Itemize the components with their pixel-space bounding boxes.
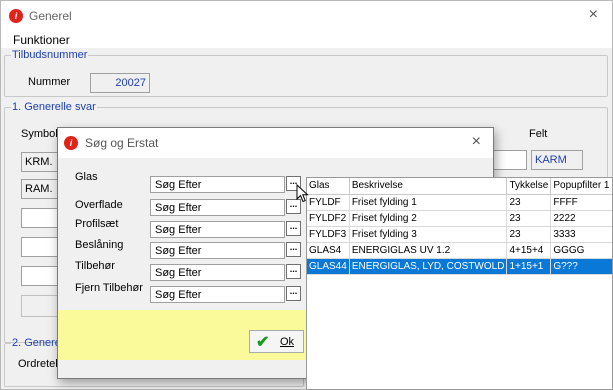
table-row[interactable]: FYLDF2 Friset fylding 2 23 2222 [307, 210, 612, 227]
table-cell: Friset fylding 3 [349, 226, 508, 243]
table-cell: ENERGIGLAS UV 1.2 [349, 242, 508, 259]
symbol-field-2[interactable]: RAM. [21, 179, 59, 199]
app-logo-icon: i [9, 9, 23, 23]
table-row[interactable]: FYLDF3 Friset fylding 3 23 3333 [307, 226, 612, 243]
table-cell: 3333 [550, 226, 612, 243]
profilsaet-dots-button[interactable]: ... [286, 221, 301, 236]
beslaaning-label: Beslåning [75, 239, 124, 251]
table-cell: 4+15+4 [506, 242, 552, 259]
table-cell: Friset fylding 1 [349, 194, 508, 211]
felt-column-header: Felt [529, 128, 548, 140]
table-cell: Friset fylding 2 [349, 210, 508, 227]
value-field-1[interactable] [489, 150, 527, 170]
menu-funktioner[interactable]: Funktioner [13, 33, 70, 47]
overflade-label: Overflade [75, 199, 123, 211]
grid-header-beskrivelse[interactable]: Beskrivelse [349, 178, 508, 195]
titlebar: i Generel × [1, 1, 612, 31]
symbol-field-3[interactable] [21, 208, 59, 228]
dialog-logo-icon: i [64, 136, 78, 150]
ok-button[interactable]: ✔ Ok [249, 330, 304, 353]
table-cell: ENERGIGLAS, LYD, COSTWOLD [349, 258, 508, 275]
grid-header-glas[interactable]: Glas [307, 178, 350, 195]
grid-header-row: Glas Beskrivelse Tykkelse Popupfilter 1 … [307, 178, 612, 195]
ok-button-label: Ok [280, 336, 295, 348]
nummer-label: Nummer [28, 76, 71, 88]
table-cell: FFFF [550, 194, 612, 211]
nummer-field[interactable]: 20027 [90, 73, 150, 93]
beslaaning-dots-button[interactable]: ... [286, 242, 301, 257]
table-cell: 23 [506, 210, 552, 227]
fjern-tilbehoer-search-field[interactable]: Søg Efter [150, 286, 285, 303]
glas-label: Glas [75, 171, 98, 183]
table-row-selected[interactable]: GLAS44 ENERGIGLAS, LYD, COSTWOLD 1+15+1 … [307, 258, 612, 275]
window-title: Generel [29, 9, 72, 23]
tilbudsnummer-legend: Tilbudsnummer [12, 49, 88, 61]
symbol-column-header: Symbol [21, 128, 58, 140]
table-cell: 23 [506, 226, 552, 243]
dialog-close-icon[interactable]: × [472, 133, 481, 151]
fjern-tilbehoer-dots-button[interactable]: ... [286, 286, 301, 301]
generelle-svar-legend: 1. Generelle svar [12, 101, 96, 113]
symbol-field-4[interactable] [21, 237, 59, 257]
table-cell: 23 [506, 194, 552, 211]
table-row[interactable]: FYLDF Friset fylding 1 23 FFFF [307, 194, 612, 211]
profilsaet-label: Profilsæt [75, 218, 119, 230]
overflade-search-field[interactable]: Søg Efter [150, 199, 285, 216]
glas-search-field[interactable]: Søg Efter [150, 176, 285, 193]
felt-field-1[interactable]: KARM [531, 150, 583, 170]
beslaaning-search-field[interactable]: Søg Efter [150, 242, 285, 259]
tilbehoer-search-field[interactable]: Søg Efter [150, 264, 285, 281]
tilbehoer-dots-button[interactable]: ... [286, 264, 301, 279]
glas-lookup-grid: Glas Beskrivelse Tykkelse Popupfilter 1 … [306, 177, 613, 390]
symbol-field-1[interactable]: KRM. [21, 152, 59, 172]
symbol-field-5[interactable] [21, 266, 59, 286]
table-cell: FYLDF2 [307, 210, 350, 227]
checkmark-icon: ✔ [256, 334, 270, 351]
grid-header-tykkelse[interactable]: Tykkelse [506, 178, 552, 195]
close-icon[interactable]: × [589, 6, 598, 24]
table-cell: GLAS44 [307, 258, 350, 275]
table-cell: FYLDF [307, 194, 350, 211]
dialog-titlebar: i Søg og Erstat × [58, 128, 493, 158]
table-cell: GLAS4 [307, 242, 350, 259]
mouse-pointer-icon [296, 184, 309, 203]
table-row[interactable]: GLAS4 ENERGIGLAS UV 1.2 4+15+4 GGGG [307, 242, 612, 259]
tilbehoer-label: Tilbehør [75, 260, 115, 272]
table-cell: FYLDF3 [307, 226, 350, 243]
dialog-title: Søg og Erstat [85, 136, 159, 150]
section-2-legend: 2. Genere [12, 337, 61, 349]
fjern-tilbehoer-label: Fjern Tilbehør [75, 282, 143, 294]
symbol-button[interactable] [21, 295, 59, 317]
table-cell: 1+15+1 [506, 258, 552, 275]
table-cell: GGGG [550, 242, 612, 259]
profilsaet-search-field[interactable]: Søg Efter [150, 221, 285, 238]
table-cell: G??? [550, 258, 612, 275]
table-cell: 2222 [550, 210, 612, 227]
menubar: Funktioner [1, 31, 612, 48]
grid-header-popupfilter-1[interactable]: Popupfilter 1 [550, 178, 612, 195]
